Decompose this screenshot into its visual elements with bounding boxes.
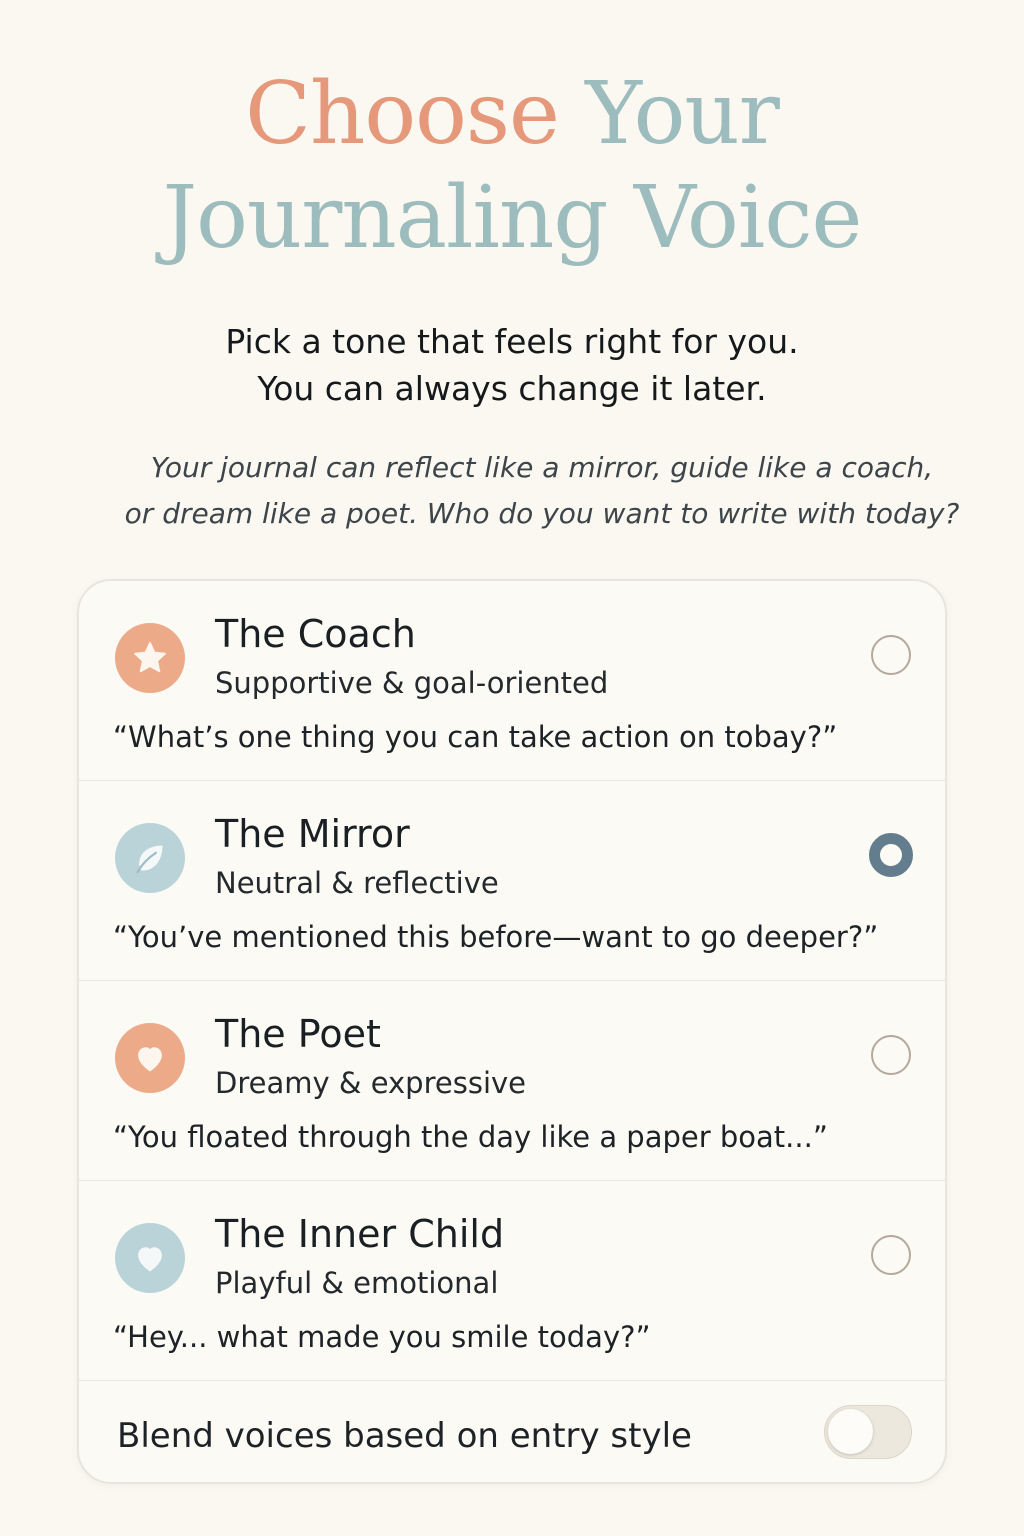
heart-icon: [115, 1023, 185, 1093]
voice-option-mirror[interactable]: The Mirror Neutral & reflective “You’ve …: [79, 781, 945, 981]
coach-radio[interactable]: [871, 635, 911, 675]
subtitle: Pick a tone that feels right for you. Yo…: [0, 318, 1024, 412]
title-line-2: Journaling Voice: [162, 168, 863, 268]
poet-radio[interactable]: [871, 1035, 911, 1075]
voice-sample-quote: “What’s one thing you can take action on…: [113, 720, 838, 754]
voice-description: Dreamy & expressive: [215, 1066, 526, 1100]
voice-name: The Coach: [215, 612, 416, 656]
voice-option-poet[interactable]: The Poet Dreamy & expressive “You floate…: [79, 981, 945, 1181]
voice-sample-quote: “Hey... what made you smile today?”: [113, 1320, 651, 1354]
mirror-radio-selected[interactable]: [869, 833, 913, 877]
subtitle-line-1: Pick a tone that feels right for you.: [225, 322, 799, 361]
voice-sample-quote: “You floated through the day like a pape…: [113, 1120, 828, 1154]
blend-voices-toggle[interactable]: [824, 1405, 912, 1459]
intro-line-1: Your journal can reflect like a mirror, …: [150, 451, 934, 484]
voice-name: The Mirror: [215, 812, 410, 856]
voice-option-inner-child[interactable]: The Inner Child Playful & emotional “Hey…: [79, 1181, 945, 1381]
voice-sample-quote: “You’ve mentioned this before—want to go…: [113, 920, 879, 954]
voice-description: Neutral & reflective: [215, 866, 499, 900]
voice-name: The Inner Child: [215, 1212, 505, 1256]
inner-child-radio[interactable]: [871, 1235, 911, 1275]
voice-description: Supportive & goal-oriented: [215, 666, 609, 700]
intro-line-2: or dream like a poet. Who do you want to…: [124, 497, 960, 530]
blend-voices-row: Blend voices based on entry style: [79, 1381, 945, 1482]
page-title: Choose Your Journaling Voice: [0, 62, 1024, 270]
voice-options-card: The Coach Supportive & goal-oriented “Wh…: [77, 579, 947, 1484]
voice-option-coach[interactable]: The Coach Supportive & goal-oriented “Wh…: [79, 581, 945, 781]
title-word-choose: Choose: [245, 64, 560, 164]
title-word-your: Your: [585, 64, 780, 164]
intro-text: Your journal can reflect like a mirror, …: [70, 445, 1014, 537]
leaf-icon: [115, 823, 185, 893]
star-icon: [115, 623, 185, 693]
subtitle-line-2: You can always change it later.: [257, 369, 767, 408]
heart-icon: [115, 1223, 185, 1293]
voice-description: Playful & emotional: [215, 1266, 499, 1300]
blend-voices-label: Blend voices based on entry style: [117, 1416, 692, 1456]
toggle-knob: [828, 1409, 873, 1454]
voice-name: The Poet: [215, 1012, 381, 1056]
